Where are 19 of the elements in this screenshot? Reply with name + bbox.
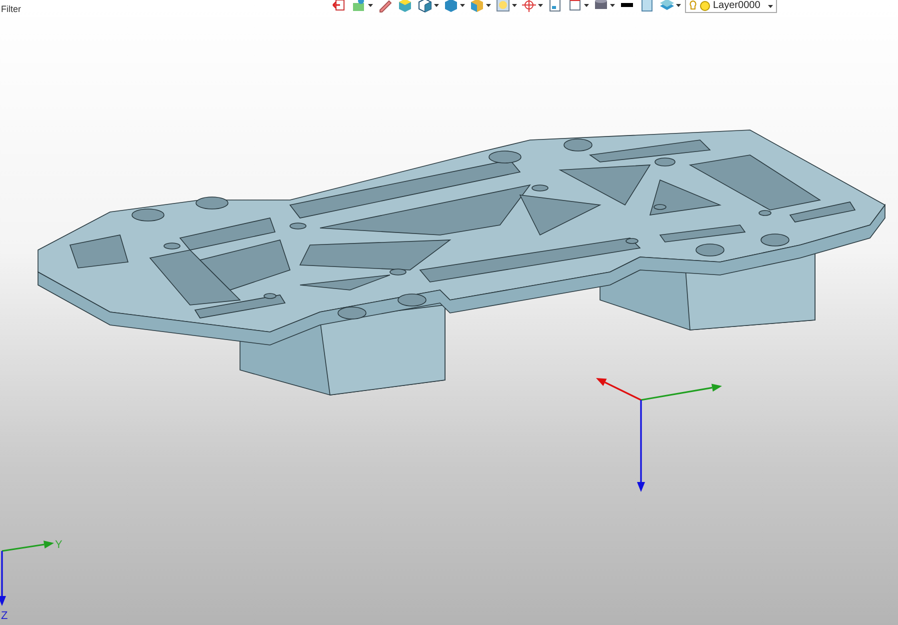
filter-label: Filter [1, 5, 21, 14]
caret-icon[interactable] [434, 4, 439, 6]
caret-icon[interactable] [610, 4, 615, 6]
axis-label: Z [1, 610, 8, 622]
color-swatch-icon [700, 1, 710, 11]
caret-icon[interactable] [538, 4, 543, 6]
caret-icon[interactable] [676, 4, 681, 6]
caret-icon[interactable] [584, 4, 589, 6]
corner-axis-drawing [0, 540, 54, 606]
toolbar-icon[interactable] [417, 0, 433, 13]
axis-label: Y [55, 539, 62, 551]
layer-name: Layer0000 [713, 1, 760, 11]
caret-icon[interactable] [486, 4, 491, 6]
caret-icon[interactable] [368, 4, 373, 6]
caret-icon[interactable] [512, 4, 517, 6]
caret-icon[interactable] [460, 4, 465, 6]
layer-dropdown[interactable]: Layer0000 [685, 0, 777, 13]
caret-icon[interactable] [768, 4, 773, 8]
bulb-icon [689, 0, 697, 12]
